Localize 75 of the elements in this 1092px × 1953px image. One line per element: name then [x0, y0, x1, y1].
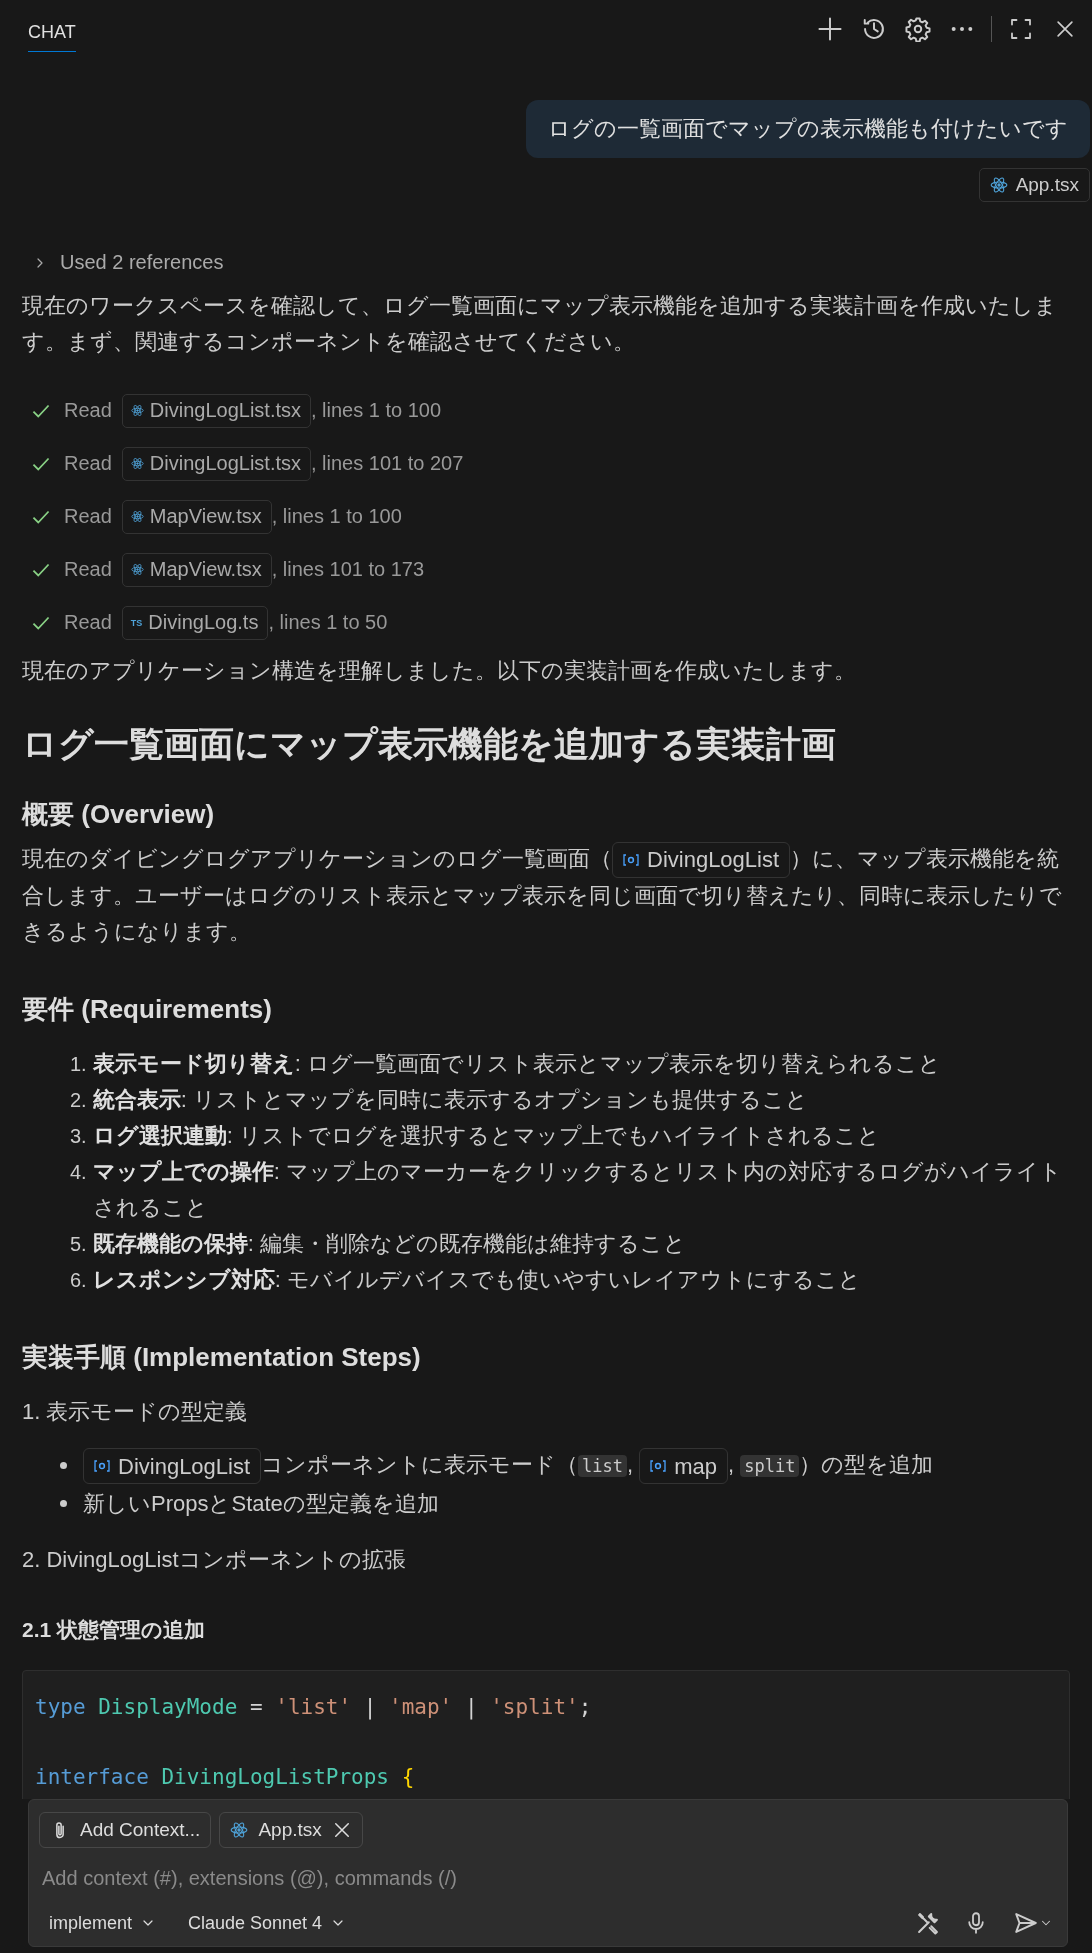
more-icon — [951, 27, 973, 31]
list-number: 6. — [70, 1268, 87, 1294]
requirement-text: マップ上での操作: マップ上のマーカーをクリックするとリスト内の対応するログがハイライトされること — [92, 1158, 1063, 1223]
bullet-text: DivingLogList コンポーネントに表示モード（ list , map , split ）の型を追加 — [83, 1446, 934, 1486]
atom-icon — [130, 563, 144, 576]
references-toggle[interactable]: Used 2 references — [32, 251, 224, 274]
settings-button[interactable] — [903, 14, 933, 44]
file-chip[interactable]: DivingLogList.tsx — [121, 446, 311, 481]
requirement-text: 統合表示: リストとマップを同時に表示するオプションも提供すること — [92, 1086, 808, 1115]
line-range: , lines 1 to 100 — [311, 399, 442, 422]
atom-icon — [230, 1821, 249, 1839]
model-dropdown[interactable]: Claude Sonnet 4 — [178, 1908, 357, 1938]
bullet-icon — [60, 1500, 67, 1508]
atom-icon — [130, 404, 144, 417]
atom-icon — [130, 510, 144, 523]
symbol-chip[interactable]: map — [639, 1448, 729, 1485]
section-heading: 実装手順 (Implementation Steps) — [22, 1341, 422, 1375]
plan-title: ログ一覧画面にマップ表示機能を追加する実装計画 — [22, 723, 837, 765]
maximize-icon — [1009, 17, 1033, 41]
subsection-heading: 2.1 状態管理の追加 — [22, 1617, 207, 1644]
requirement-text: 表示モード切り替え: ログ一覧画面でリスト表示とマップ表示を切り替えられること — [92, 1050, 941, 1079]
symbol-chip[interactable]: DivingLogList — [83, 1448, 262, 1485]
requirement-text: 既存機能の保持: 編集・削除などの既存機能は維持すること — [92, 1230, 686, 1259]
symbol-icon — [623, 853, 639, 868]
history-icon — [861, 16, 887, 42]
response-text: 現在のワークスペースを確認して、ログ一覧画面にマップ表示機能を追加する実装計画を作成いたします。まず、関連するコンポーネントを確認させてください。 — [22, 292, 1058, 356]
plus-icon — [817, 16, 843, 42]
inline-code: list — [578, 1455, 628, 1478]
file-type-label: TS — [130, 617, 143, 628]
context-chip[interactable]: App.tsx — [219, 1812, 363, 1848]
list-number: 4. — [70, 1160, 87, 1186]
tools-icon — [915, 1910, 941, 1936]
settings-icon — [905, 16, 931, 42]
list-number: 1. — [70, 1052, 87, 1078]
symbol-icon — [650, 1459, 667, 1474]
file-chip[interactable]: MapView.tsx — [121, 499, 272, 534]
tool-verb: Read — [64, 452, 112, 475]
chat-tab[interactable]: CHAT — [28, 10, 76, 52]
list-number: 2. — [70, 1088, 87, 1114]
tool-verb: Read — [64, 558, 112, 581]
line-range: , lines 101 to 173 — [271, 558, 425, 581]
code-block: type DisplayMode = 'list' | 'map' | 'split'; interface DivingLogListProps { — [22, 1670, 1070, 1799]
step-heading: 2. DivingLogListコンポーネントの拡張 — [22, 1546, 407, 1575]
atom-icon — [989, 176, 1008, 194]
symbol-icon — [94, 1459, 110, 1474]
close-icon — [1054, 18, 1076, 40]
bullet-text: 新しいPropsとStateの型定義を追加 — [83, 1490, 439, 1519]
step-heading: 1. 表示モードの型定義 — [22, 1398, 249, 1427]
line-range: , lines 1 to 100 — [271, 505, 402, 528]
symbol-chip[interactable]: DivingLogList — [612, 842, 791, 879]
section-heading: 要件 (Requirements) — [22, 993, 273, 1027]
tool-verb: Read — [64, 505, 112, 528]
line-range: , lines 101 to 207 — [311, 452, 464, 475]
requirement-text: ログ選択連動: リストでログを選択するとマップ上でもハイライトされること — [92, 1122, 880, 1151]
send-icon — [1013, 1910, 1039, 1936]
mode-dropdown[interactable]: implement — [39, 1908, 167, 1938]
file-chip[interactable]: App.tsx — [978, 168, 1090, 202]
list-number: 5. — [70, 1232, 87, 1258]
bullet-icon — [60, 1462, 67, 1470]
user-message: ログの一覧画面でマップの表示機能も付けたいです — [526, 100, 1090, 158]
tool-verb: Read — [64, 399, 112, 422]
inline-code: split — [740, 1455, 800, 1478]
file-chip[interactable]: MapView.tsx — [121, 552, 272, 587]
requirement-text: レスポンシブ対応: モバイルデバイスでも使いやすいレイアウトにすること — [92, 1266, 861, 1295]
list-number: 3. — [70, 1124, 87, 1150]
add-context-button[interactable]: Add Context... — [39, 1812, 212, 1848]
line-range: , lines 1 to 50 — [268, 611, 388, 634]
chat-input-field[interactable]: Add context (#), extensions (@), commands (/) — [39, 1862, 1063, 1894]
section-heading: 概要 (Overview) — [22, 798, 216, 831]
response-text: 現在のアプリケーション構造を理解しました。以下の実装計画を作成いたします。 — [22, 657, 857, 685]
file-chip[interactable]: DivingLogList.tsx — [121, 393, 311, 428]
file-chip[interactable]: TS DivingLog.ts — [121, 605, 269, 640]
atom-icon — [130, 457, 144, 470]
tool-verb: Read — [64, 611, 112, 634]
overview-paragraph: 現在のダイビングログアプリケーションのログ一覧画面（ DivingLogList ）に、マップ表示機能を統合します。ユーザーはログのリスト表示とマップ表示を同じ画面で切り替えたり、同時に表示したりできるようになります。 — [22, 841, 1070, 951]
